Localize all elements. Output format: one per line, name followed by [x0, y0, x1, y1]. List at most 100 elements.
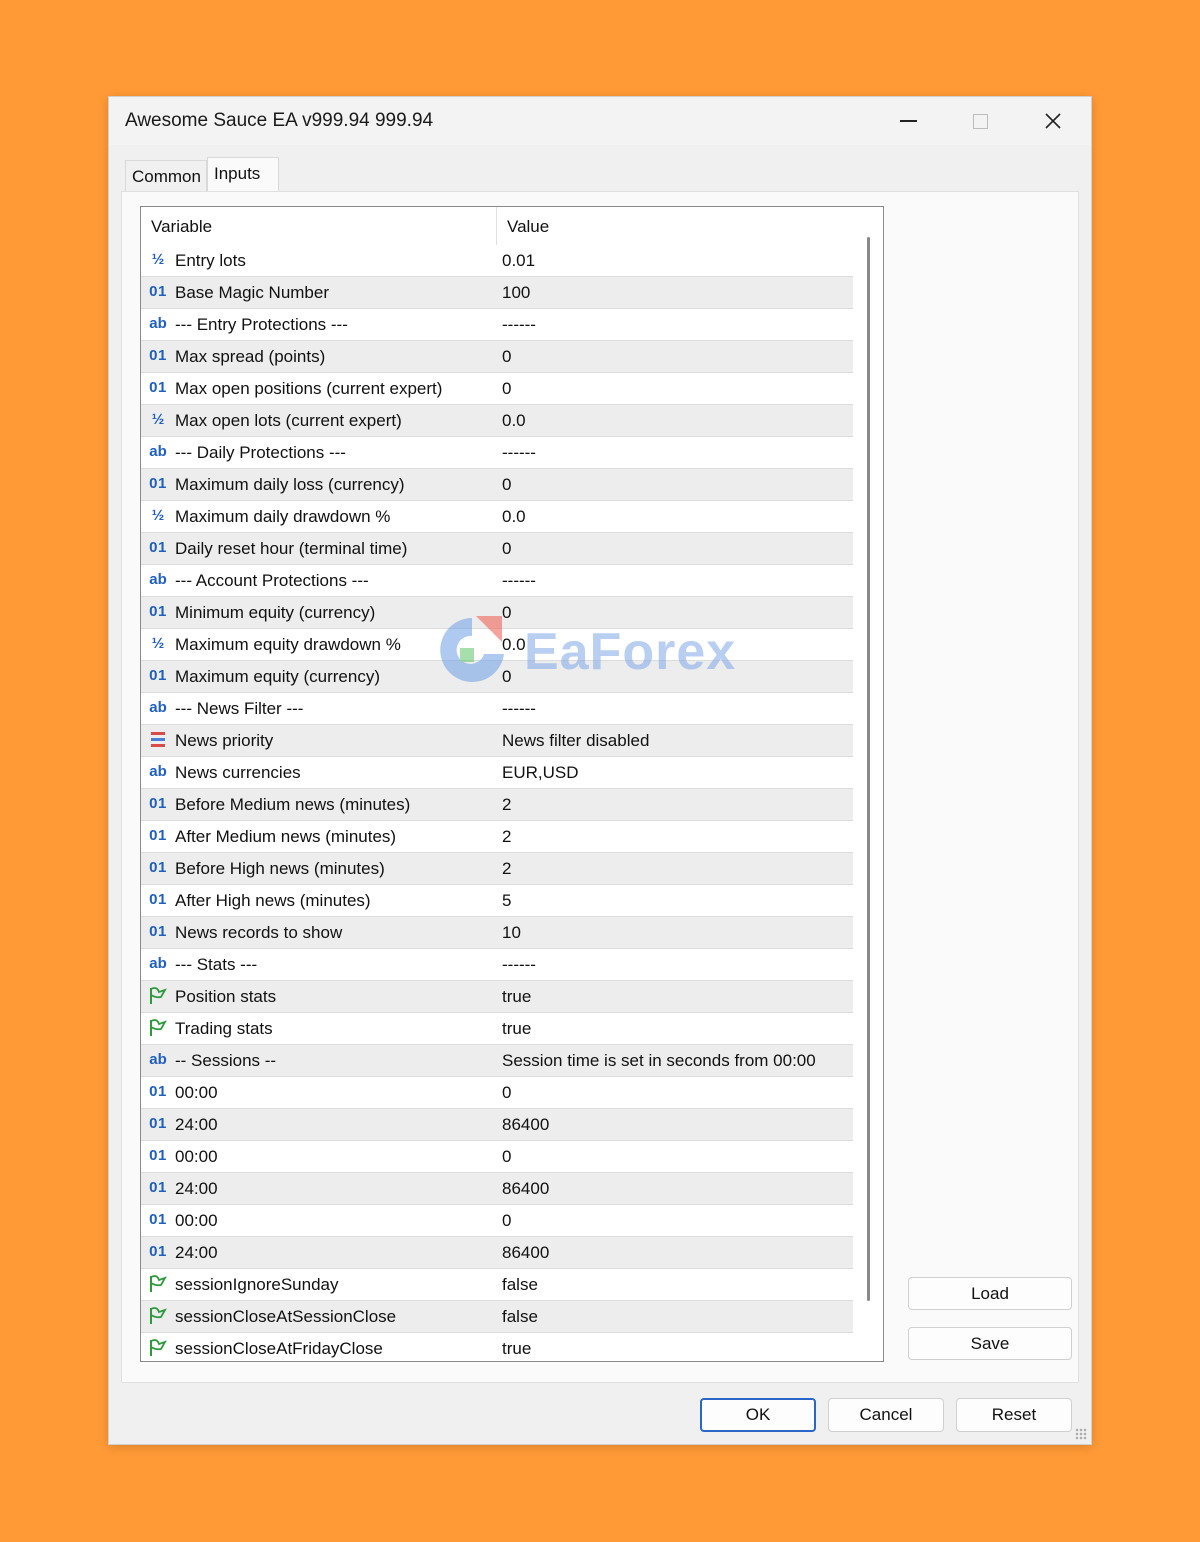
variable-value[interactable]: 0 [502, 1083, 511, 1103]
grid-row[interactable]: ab -- Sessions -- Session time is set in … [141, 1045, 853, 1077]
variable-value[interactable]: 0.0 [502, 411, 526, 431]
string-icon: ab [149, 699, 167, 716]
grid-row[interactable]: 01 Base Magic Number 100 [141, 277, 853, 309]
grid-row[interactable]: 01 00:00 0 [141, 1205, 853, 1237]
variable-value[interactable]: true [502, 1019, 531, 1039]
ok-button[interactable]: OK [700, 1398, 816, 1432]
grid-row[interactable]: 01 Before High news (minutes) 2 [141, 853, 853, 885]
variable-value[interactable]: 100 [502, 283, 530, 303]
grid-row[interactable]: 01 24:00 86400 [141, 1173, 853, 1205]
grid-row[interactable]: ab --- News Filter --- ------ [141, 693, 853, 725]
integer-icon: 01 [149, 283, 167, 300]
save-button[interactable]: Save [908, 1327, 1072, 1360]
variable-value[interactable]: Session time is set in seconds from 00:0… [502, 1051, 816, 1071]
grid-row[interactable]: News priority News filter disabled [141, 725, 853, 757]
variable-value[interactable]: 0.0 [502, 507, 526, 527]
grid-row[interactable]: 01 After High news (minutes) 5 [141, 885, 853, 917]
variable-value[interactable]: 0 [502, 1147, 511, 1167]
grid-row[interactable]: Position stats true [141, 981, 853, 1013]
grid-row[interactable]: 01 24:00 86400 [141, 1109, 853, 1141]
grid-row[interactable]: 01 Minimum equity (currency) 0 [141, 597, 853, 629]
variable-value[interactable]: ------ [502, 955, 536, 975]
variable-name: Max spread (points) [175, 347, 326, 366]
variable-value[interactable]: 0 [502, 539, 511, 559]
variable-value[interactable]: 86400 [502, 1115, 549, 1135]
variable-value[interactable]: ------ [502, 443, 536, 463]
grid-row[interactable]: sessionIgnoreSunday false [141, 1269, 853, 1301]
maximize-icon [972, 113, 988, 129]
grid-row[interactable]: ab News currencies EUR,USD [141, 757, 853, 789]
column-header-value[interactable]: Value [507, 217, 549, 237]
title-bar[interactable]: Awesome Sauce EA v999.94 999.94 [109, 97, 1091, 145]
grid-row[interactable]: sessionCloseAtFridayClose true [141, 1333, 853, 1361]
vertical-scrollbar[interactable] [853, 207, 883, 1361]
variable-name: --- Stats --- [175, 955, 258, 974]
grid-row[interactable]: 01 Daily reset hour (terminal time) 0 [141, 533, 853, 565]
variable-value[interactable]: 0 [502, 1211, 511, 1231]
reset-button[interactable]: Reset [956, 1398, 1072, 1432]
scrollbar-thumb[interactable] [867, 237, 870, 1301]
variable-value[interactable]: EUR,USD [502, 763, 579, 783]
fraction-icon: ½ [151, 411, 165, 428]
variable-value[interactable]: 0 [502, 379, 511, 399]
maximize-button[interactable] [957, 101, 1003, 141]
grid-row[interactable]: 01 Max open positions (current expert) 0 [141, 373, 853, 405]
grid-row[interactable]: 01 News records to show 10 [141, 917, 853, 949]
grid-row[interactable]: ½ Maximum equity drawdown % 0.0 [141, 629, 853, 661]
variable-value[interactable]: 0.0 [502, 635, 526, 655]
variable-value[interactable]: false [502, 1275, 538, 1295]
variable-value[interactable]: 2 [502, 859, 511, 879]
variable-value[interactable]: 0 [502, 347, 511, 367]
grid-row[interactable]: 01 00:00 0 [141, 1077, 853, 1109]
variable-value[interactable]: ------ [502, 315, 536, 335]
variable-value[interactable]: 86400 [502, 1179, 549, 1199]
grid-row[interactable]: 01 Maximum daily loss (currency) 0 [141, 469, 853, 501]
variable-value[interactable]: ------ [502, 571, 536, 591]
minimize-button[interactable] [885, 101, 931, 141]
close-button[interactable] [1030, 101, 1076, 141]
variable-value[interactable]: 5 [502, 891, 511, 911]
variable-value[interactable]: true [502, 1339, 531, 1359]
variable-value[interactable]: 10 [502, 923, 521, 943]
enum-icon [147, 730, 169, 750]
grid-row[interactable]: 01 Before Medium news (minutes) 2 [141, 789, 853, 821]
grid-row[interactable]: ab --- Account Protections --- ------ [141, 565, 853, 597]
grid-row[interactable]: ½ Entry lots 0.01 [141, 245, 853, 277]
variable-value[interactable]: ------ [502, 699, 536, 719]
variable-value[interactable]: 0.01 [502, 251, 535, 271]
grid-row[interactable]: 01 Max spread (points) 0 [141, 341, 853, 373]
tab-inputs[interactable]: Inputs [207, 157, 279, 191]
grid-row[interactable]: 01 24:00 86400 [141, 1237, 853, 1269]
variable-value[interactable]: News filter disabled [502, 731, 649, 751]
header-divider[interactable] [496, 207, 497, 245]
grid-row[interactable]: ab --- Entry Protections --- ------ [141, 309, 853, 341]
column-header-variable[interactable]: Variable [151, 217, 212, 237]
variable-name: Entry lots [175, 251, 246, 270]
variable-value[interactable]: 0 [502, 603, 511, 623]
grid-row[interactable]: ab --- Daily Protections --- ------ [141, 437, 853, 469]
grid-row[interactable]: 01 00:00 0 [141, 1141, 853, 1173]
grid-row[interactable]: ½ Max open lots (current expert) 0.0 [141, 405, 853, 437]
variable-value[interactable]: 2 [502, 795, 511, 815]
cancel-button[interactable]: Cancel [828, 1398, 944, 1432]
integer-icon: 01 [149, 923, 167, 940]
grid-row[interactable]: 01 After Medium news (minutes) 2 [141, 821, 853, 853]
resize-grip-icon[interactable] [1075, 1428, 1087, 1440]
variable-value[interactable]: 0 [502, 667, 511, 687]
grid-row[interactable]: ab --- Stats --- ------ [141, 949, 853, 981]
variable-value[interactable]: 2 [502, 827, 511, 847]
variable-value[interactable]: 86400 [502, 1243, 549, 1263]
variable-value[interactable]: true [502, 987, 531, 1007]
grid-row[interactable]: 01 Maximum equity (currency) 0 [141, 661, 853, 693]
string-icon: ab [149, 315, 167, 332]
load-button[interactable]: Load [908, 1277, 1072, 1310]
grid-row[interactable]: sessionCloseAtSessionClose false [141, 1301, 853, 1333]
tab-common[interactable]: Common [125, 160, 207, 192]
variable-name: After High news (minutes) [175, 891, 371, 910]
grid-row[interactable]: ½ Maximum daily drawdown % 0.0 [141, 501, 853, 533]
variable-value[interactable]: 0 [502, 475, 511, 495]
variable-name: --- Entry Protections --- [175, 315, 348, 334]
grid-row[interactable]: Trading stats true [141, 1013, 853, 1045]
variable-value[interactable]: false [502, 1307, 538, 1327]
grid-header: Variable Value [141, 207, 853, 246]
